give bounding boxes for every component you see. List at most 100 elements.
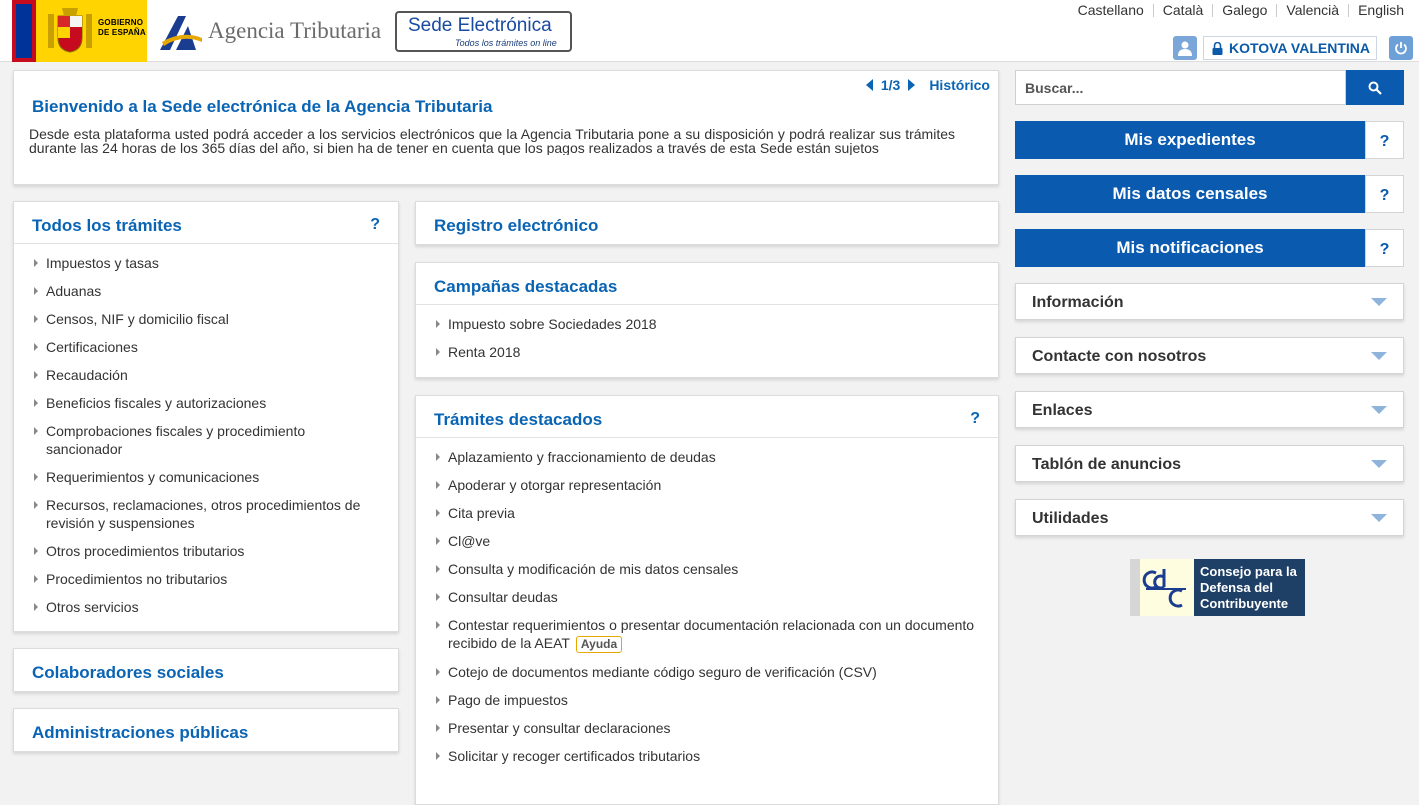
list-item[interactable]: Presentar y consultar declaraciones: [416, 719, 998, 737]
chevron-down-icon: [1371, 298, 1387, 306]
welcome-title: Bienvenido a la Sede electrónica de la A…: [32, 97, 493, 116]
todos-help-icon[interactable]: ?: [370, 216, 380, 234]
list-item[interactable]: Renta 2018: [416, 343, 998, 361]
list-item[interactable]: Consulta y modificación de mis datos cen…: [416, 560, 998, 578]
campanas-panel: Campañas destacadas Impuesto sobre Socie…: [415, 262, 999, 378]
user-name-label: KOTOVA VALENTINA: [1228, 40, 1370, 56]
mis-expedientes: Mis expedientes ?: [1015, 121, 1404, 159]
user-bar: KOTOVA VALENTINA: [1172, 36, 1413, 60]
historico-link[interactable]: Histórico: [929, 77, 990, 93]
chevron-down-icon: [1371, 352, 1387, 360]
lang-english[interactable]: English: [1348, 3, 1413, 17]
lock-icon: [1212, 41, 1223, 55]
consejo-text: Consejo para la Defensa del Contribuyent…: [1200, 564, 1297, 611]
accordion-informacion[interactable]: Información: [1015, 283, 1404, 320]
mis-notificaciones-help-icon[interactable]: ?: [1365, 229, 1404, 267]
list-item[interactable]: Censos, NIF y domicilio fiscal: [14, 310, 398, 328]
administraciones-title[interactable]: Administraciones públicas: [32, 723, 248, 743]
language-selector: Castellano Català Galego Valencià Englis…: [1069, 3, 1413, 17]
list-item[interactable]: Solicitar y recoger certificados tributa…: [416, 747, 998, 765]
sede-electronica-logo[interactable]: Sede Electrónica Todos los trámites on l…: [395, 11, 572, 52]
agency-name: Agencia Tributaria: [208, 18, 382, 43]
gobierno-text: GOBIERNO DE ESPAÑA: [98, 18, 146, 37]
chevron-down-icon: [1371, 460, 1387, 468]
list-item-label: Contestar requerimientos o presentar doc…: [448, 617, 975, 651]
todos-tramites-list: Impuestos y tasas Aduanas Censos, NIF y …: [14, 244, 398, 616]
mis-datos-censales-button[interactable]: Mis datos censales: [1015, 175, 1365, 213]
user-name-button[interactable]: KOTOVA VALENTINA: [1202, 36, 1377, 60]
list-item[interactable]: Otros procedimientos tributarios: [14, 542, 398, 560]
tramites-help-icon[interactable]: ?: [970, 410, 980, 428]
registro-title[interactable]: Registro electrónico: [434, 216, 598, 236]
accordion-utilidades[interactable]: Utilidades: [1015, 499, 1404, 536]
mis-datos-censales-help-icon[interactable]: ?: [1365, 175, 1404, 213]
eu-flag-icon: [12, 0, 36, 62]
logout-power-icon[interactable]: [1389, 36, 1413, 60]
mis-expedientes-help-icon[interactable]: ?: [1365, 121, 1404, 159]
list-item[interactable]: Requerimientos y comunicaciones: [14, 468, 398, 486]
list-item[interactable]: Impuestos y tasas: [14, 254, 398, 272]
list-item[interactable]: Comprobaciones fiscales y procedimiento …: [14, 422, 398, 458]
agencia-tributaria-logo[interactable]: Agencia Tributaria: [158, 12, 388, 52]
lang-castellano[interactable]: Castellano: [1069, 3, 1153, 17]
gobierno-de-espana-logo[interactable]: GOBIERNO DE ESPAÑA: [12, 0, 147, 62]
list-item[interactable]: Recursos, reclamaciones, otros procedimi…: [14, 496, 398, 532]
list-item[interactable]: Procedimientos no tributarios: [14, 570, 398, 588]
campanas-title: Campañas destacadas: [434, 277, 618, 296]
chevron-down-icon: [1371, 514, 1387, 522]
ayuda-badge[interactable]: Ayuda: [575, 636, 623, 653]
list-item[interactable]: Cita previa: [416, 504, 998, 522]
accordion-enlaces[interactable]: Enlaces: [1015, 391, 1404, 428]
next-arrow-icon[interactable]: [908, 79, 916, 91]
accordion-label: Información: [1032, 294, 1124, 311]
registro-panel[interactable]: Registro electrónico: [415, 201, 999, 245]
list-item[interactable]: Cl@ve: [416, 532, 998, 550]
accordion-tablon[interactable]: Tablón de anuncios: [1015, 445, 1404, 482]
pager-count: 1/3: [880, 77, 901, 93]
list-item[interactable]: Apoderar y otorgar representación: [416, 476, 998, 494]
cdc-logo-icon: [1142, 569, 1186, 608]
list-item[interactable]: Impuesto sobre Sociedades 2018: [416, 315, 998, 333]
lang-galego[interactable]: Galego: [1212, 3, 1276, 17]
list-item[interactable]: Recaudación: [14, 366, 398, 384]
user-profile-icon[interactable]: [1172, 36, 1197, 60]
search-button[interactable]: [1346, 70, 1404, 105]
sede-subtitle: Todos los trámites on line: [455, 38, 557, 48]
list-item[interactable]: Contestar requerimientos o presentar doc…: [416, 616, 998, 653]
list-item[interactable]: Consultar deudas: [416, 588, 998, 606]
accordion-contacte[interactable]: Contacte con nosotros: [1015, 337, 1404, 374]
list-item[interactable]: Pago de impuestos: [416, 691, 998, 709]
search-icon: [1368, 81, 1382, 95]
list-item[interactable]: Aplazamiento y fraccionamiento de deudas: [416, 448, 998, 466]
consejo-defensa-banner[interactable]: Consejo para la Defensa del Contribuyent…: [1130, 559, 1305, 616]
todos-tramites-title[interactable]: Todos los trámites: [32, 216, 182, 236]
colaboradores-panel[interactable]: Colaboradores sociales: [13, 648, 399, 692]
list-item[interactable]: Aduanas: [14, 282, 398, 300]
accordion-label: Contacte con nosotros: [1032, 348, 1207, 365]
list-item[interactable]: Otros servicios: [14, 598, 398, 616]
search-input[interactable]: [1015, 70, 1346, 105]
coat-of-arms-icon: [48, 8, 92, 53]
list-item[interactable]: Beneficios fiscales y autorizaciones: [14, 394, 398, 412]
campanas-list: Impuesto sobre Sociedades 2018 Renta 201…: [416, 305, 998, 361]
list-item[interactable]: Certificaciones: [14, 338, 398, 356]
prev-arrow-icon[interactable]: [865, 79, 873, 91]
mis-expedientes-button[interactable]: Mis expedientes: [1015, 121, 1365, 159]
administraciones-panel[interactable]: Administraciones públicas: [13, 708, 399, 752]
todos-tramites-panel: Todos los trámites ? Impuestos y tasas A…: [13, 201, 399, 632]
lang-valencia[interactable]: Valencià: [1276, 3, 1348, 17]
accordion-label: Utilidades: [1032, 510, 1109, 527]
sede-title: Sede Electrónica: [408, 15, 552, 36]
list-item[interactable]: Cotejo de documentos mediante código seg…: [416, 663, 998, 681]
colaboradores-title[interactable]: Colaboradores sociales: [32, 663, 224, 683]
welcome-panel: 1/3 Histórico Bienvenido a la Sede elect…: [13, 70, 999, 185]
tramites-destacados-list: Aplazamiento y fraccionamiento de deudas…: [416, 438, 998, 765]
welcome-text: Desde esta plataforma usted podrá accede…: [29, 127, 955, 155]
mis-notificaciones-button[interactable]: Mis notificaciones: [1015, 229, 1365, 267]
lang-catala[interactable]: Català: [1152, 3, 1212, 17]
site-header: GOBIERNO DE ESPAÑA Agencia Tributaria Se…: [0, 0, 1419, 62]
news-pager: 1/3 Histórico: [865, 77, 990, 93]
mis-notificaciones: Mis notificaciones ?: [1015, 229, 1404, 267]
accordion-label: Tablón de anuncios: [1032, 456, 1182, 473]
mis-datos-censales: Mis datos censales ?: [1015, 175, 1404, 213]
